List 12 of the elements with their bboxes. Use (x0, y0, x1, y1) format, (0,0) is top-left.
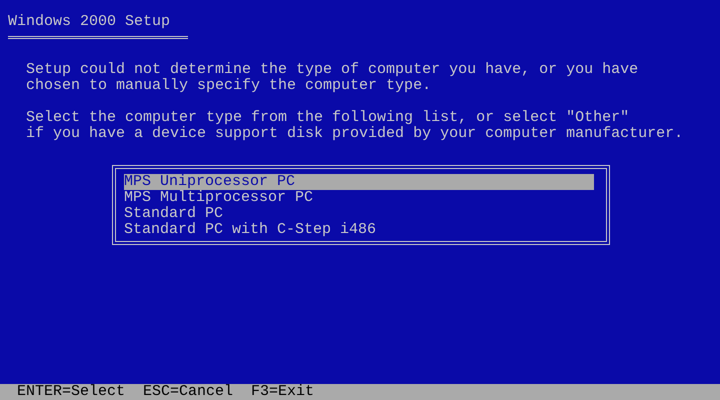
key-hint: F3=Exit (251, 384, 314, 400)
instruction-text: Select the computer type from the following list, or select "Other" (26, 110, 630, 126)
list-item[interactable]: Standard PC (124, 206, 594, 222)
list-item[interactable]: MPS Uniprocessor PC (124, 174, 594, 190)
instruction-text: Setup could not determine the type of computer you have, or you have (26, 62, 638, 78)
instruction-text: chosen to manually specify the computer type. (26, 78, 432, 94)
window-title: Windows 2000 Setup (8, 14, 170, 30)
key-hint: ENTER=Select (17, 384, 126, 400)
list-item[interactable]: Standard PC with C-Step i486 (124, 222, 594, 238)
instruction-text: if you have a device support disk provided by your computer manufacturer. (26, 126, 684, 142)
list-item[interactable]: MPS Multiprocessor PC (124, 190, 594, 206)
key-hint: ESC=Cancel (143, 384, 234, 400)
